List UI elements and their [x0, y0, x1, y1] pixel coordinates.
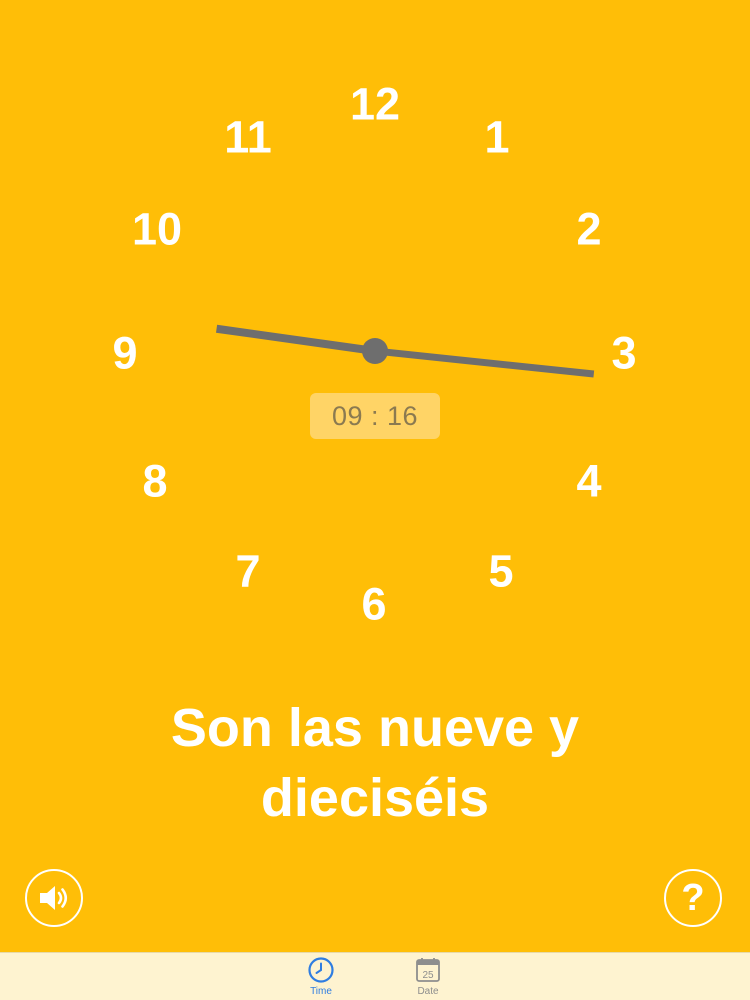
tab-time[interactable]: Time	[291, 956, 351, 997]
digital-separator: :	[370, 400, 379, 431]
digital-time-display[interactable]: 09 : 16	[310, 393, 440, 439]
calendar-icon-day: 25	[422, 970, 434, 981]
tab-date-label: Date	[417, 986, 439, 997]
clock-screen: 12 1 2 3 4 5 6 7 8 9 10 11 09 : 16 Son l…	[0, 0, 750, 952]
clock-center-pin	[362, 338, 388, 364]
tab-time-label: Time	[310, 986, 332, 997]
sound-button[interactable]	[25, 869, 83, 927]
tab-date[interactable]: 25 Date	[398, 956, 458, 997]
hour-hand[interactable]	[216, 324, 376, 355]
minute-hand[interactable]	[374, 347, 595, 378]
question-mark-icon: ?	[681, 876, 705, 919]
tab-bar: Time 25 Date	[0, 952, 750, 1000]
clock-icon	[308, 957, 334, 983]
digital-minutes: 16	[387, 400, 419, 431]
calendar-icon: 25	[416, 958, 440, 982]
help-button[interactable]: ?	[664, 869, 722, 927]
speaker-icon	[40, 886, 68, 910]
digital-hours: 09	[331, 400, 363, 431]
time-phrase: Son las nueve y dieciséis	[170, 698, 580, 828]
